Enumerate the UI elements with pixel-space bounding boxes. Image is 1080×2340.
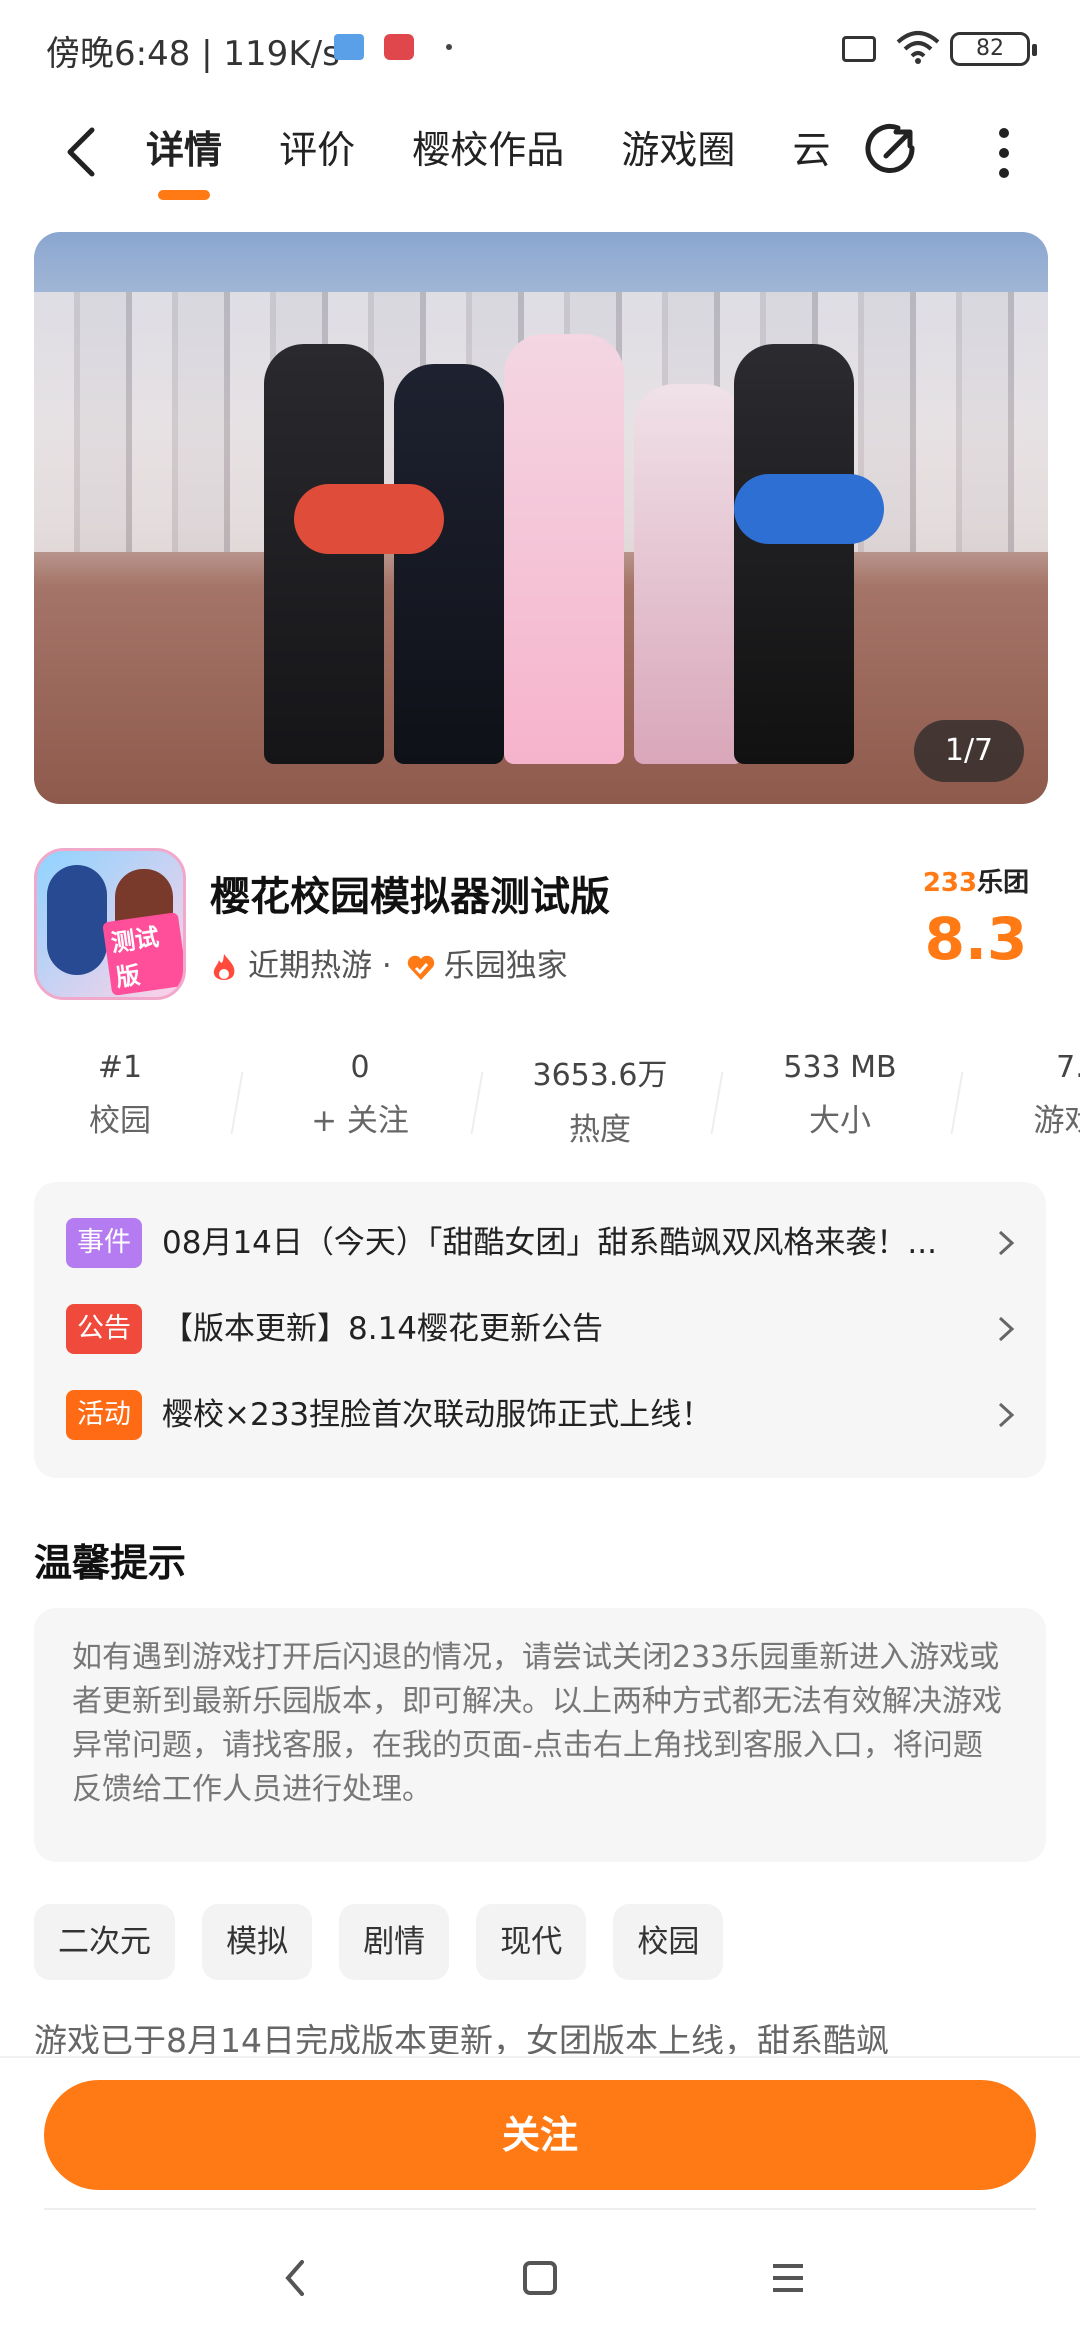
- carousel-counter: 1/7: [914, 720, 1024, 782]
- back-arrow-icon[interactable]: [58, 122, 108, 182]
- genre-chip[interactable]: 现代: [476, 1904, 587, 1980]
- notification-app-icon: [384, 34, 414, 60]
- no-sim-icon: [842, 36, 876, 62]
- news-text: 08月14日（今天）「甜酷女团」甜系酷飒双风格来袭！...: [162, 1225, 937, 1261]
- tag-exclusive[interactable]: 乐园独家: [444, 948, 568, 984]
- heart-badge-icon: [407, 955, 434, 980]
- chevron-right-icon: [998, 1316, 1015, 1342]
- stat-rating[interactable]: 7.3游戏评: [960, 1050, 1080, 1140]
- news-text: 樱校×233捏脸首次联动服饰正式上线！: [162, 1397, 713, 1433]
- character-figure: [394, 364, 504, 764]
- tab-reviews[interactable]: 评价: [279, 100, 355, 200]
- bottom-action-bar: 关注: [0, 2056, 1080, 2228]
- app-tags: 近期热游 · 乐园独家: [210, 940, 568, 985]
- news-text: 【版本更新】8.14樱花更新公告: [162, 1311, 604, 1347]
- character-figure: [264, 344, 384, 764]
- status-time: 傍晚6:48 | 119K/s: [46, 34, 340, 74]
- tab-game-circle[interactable]: 游戏圈: [621, 100, 735, 200]
- status-bar: 傍晚6:48 | 119K/s 82: [0, 0, 1080, 100]
- chevron-right-icon: [998, 1230, 1015, 1256]
- top-navigation: 详情 评价 樱校作品 游戏圈 云: [0, 100, 1080, 210]
- app-icon: 测试版: [34, 848, 186, 1000]
- guitar-shape: [734, 474, 884, 544]
- news-item-activity[interactable]: 活动 樱校×233捏脸首次联动服饰正式上线！: [66, 1386, 1016, 1442]
- genre-chip[interactable]: 模拟: [202, 1904, 313, 1980]
- wifi-icon: [896, 31, 940, 64]
- system-back-icon[interactable]: [280, 2256, 310, 2300]
- character-figure: [634, 384, 744, 764]
- guitar-shape: [294, 484, 444, 554]
- tip-heading: 温馨提示: [34, 1541, 187, 1585]
- news-tag: 活动: [66, 1390, 142, 1440]
- more-options-icon[interactable]: [992, 122, 1016, 186]
- tip-body: 如有遇到游戏打开后闪退的情况，请尝试关闭233乐园重新进入游戏或者更新到最新乐园…: [72, 1640, 1002, 1807]
- rating-brand: 233乐团: [922, 868, 1030, 898]
- system-navigation-bar: [0, 2226, 1080, 2340]
- genre-chip[interactable]: 二次元: [34, 1904, 175, 1980]
- tag-hot-game[interactable]: 近期热游: [248, 948, 372, 984]
- character-figure: [734, 344, 854, 764]
- character-figure: [504, 334, 624, 764]
- news-tag: 公告: [66, 1304, 142, 1354]
- test-version-badge: 测试版: [102, 912, 183, 996]
- fire-icon: [213, 953, 235, 980]
- stat-rank[interactable]: #1 校园: [0, 1050, 240, 1140]
- rating-score: 8.3: [924, 905, 1028, 973]
- tab-works[interactable]: 樱校作品: [412, 100, 564, 200]
- genre-tags: 二次元 模拟 剧情 现代 校园: [34, 1904, 745, 1980]
- tag-separator: ·: [381, 948, 392, 984]
- system-home-icon[interactable]: [522, 2256, 558, 2300]
- tab-bar: 详情 评价 樱校作品 游戏圈 云: [146, 100, 846, 210]
- game-description: 游戏已于8月14日完成版本更新，女团版本上线，甜系酷飒: [34, 2021, 889, 2054]
- share-icon[interactable]: [862, 118, 926, 182]
- tab-details[interactable]: 详情: [146, 100, 222, 200]
- system-menu-icon[interactable]: [770, 2256, 806, 2300]
- icon-character: [47, 865, 107, 975]
- rating-box: 233乐团 8.3: [916, 862, 1036, 973]
- battery-indicator: 82: [950, 32, 1037, 66]
- news-item-event[interactable]: 事件 08月14日（今天）「甜酷女团」甜系酷飒双风格来袭！...: [66, 1214, 1016, 1270]
- app-title: 樱花校园模拟器测试版: [210, 874, 610, 920]
- bottom-divider: [44, 2208, 1036, 2210]
- news-panel: 事件 08月14日（今天）「甜酷女团」甜系酷飒双风格来袭！... 公告 【版本更…: [34, 1182, 1046, 1478]
- tip-box: 如有遇到游戏打开后闪退的情况，请尝试关闭233乐园重新进入游戏或者更新到最新乐园…: [34, 1608, 1046, 1862]
- more-notifications-dot-icon: [446, 44, 452, 50]
- screenshot-carousel[interactable]: 1/7: [34, 232, 1048, 804]
- stat-follow[interactable]: 0 + 关注: [240, 1050, 480, 1140]
- news-item-notice[interactable]: 公告 【版本更新】8.14樱花更新公告: [66, 1300, 1016, 1356]
- news-tag: 事件: [66, 1218, 142, 1268]
- tab-cloud[interactable]: 云: [792, 100, 830, 200]
- follow-button[interactable]: 关注: [44, 2080, 1036, 2190]
- chevron-right-icon: [998, 1402, 1015, 1428]
- stat-popularity: 3653.6万 热度: [532, 1058, 668, 1148]
- active-tab-indicator: [158, 190, 211, 200]
- stats-row: #1校园 0+ 关注 3653.6万热度 533 MB大小 7.3游戏评: [0, 1050, 1080, 1160]
- genre-chip[interactable]: 校园: [613, 1904, 724, 1980]
- genre-chip[interactable]: 剧情: [339, 1904, 450, 1980]
- notification-app-icon: [334, 34, 364, 60]
- stat-size: 533 MB 大小: [783, 1050, 897, 1139]
